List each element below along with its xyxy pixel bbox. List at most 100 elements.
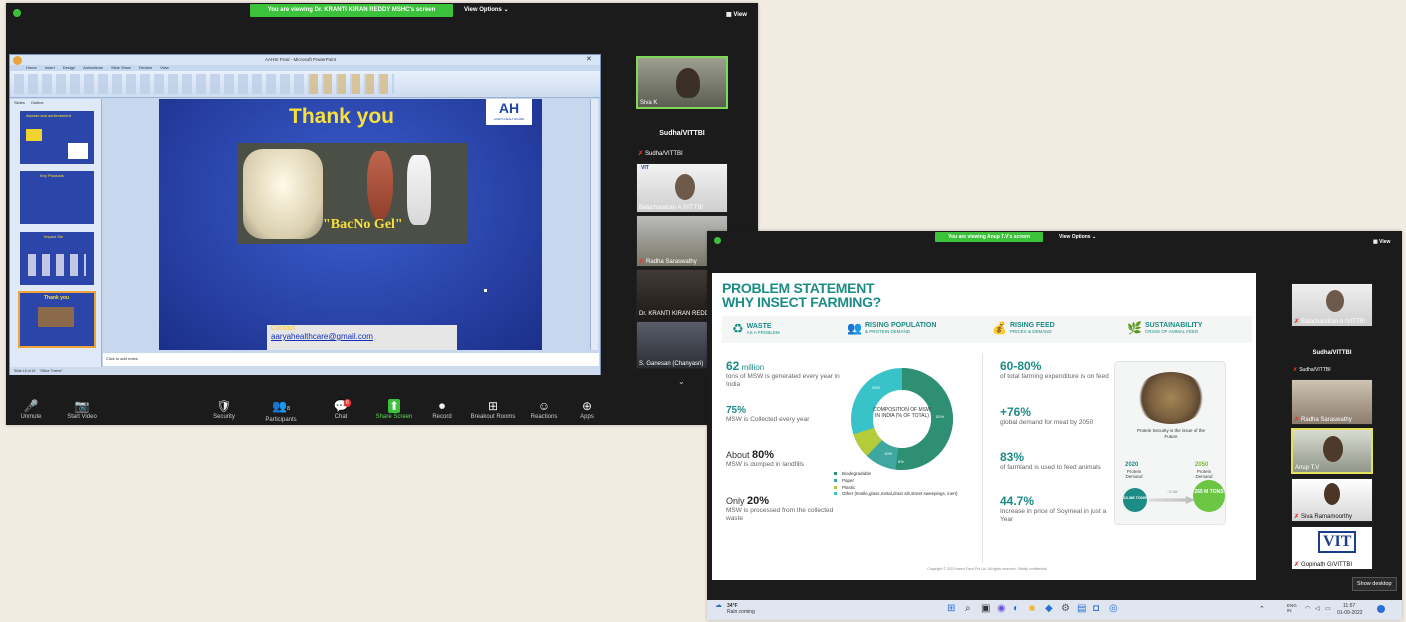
app-icon[interactable]: ▤ bbox=[1077, 603, 1086, 614]
battery-icon[interactable]: ▭ bbox=[1325, 605, 1331, 612]
shield-icon: 🛡 bbox=[216, 399, 232, 413]
header-subtitle: AS A PROBLEM bbox=[746, 330, 780, 335]
tab-design[interactable]: Design bbox=[63, 65, 75, 70]
task-view-icon[interactable]: ▣ bbox=[981, 603, 990, 614]
security-button[interactable]: 🛡 Security bbox=[206, 399, 242, 421]
stat-value: 75% bbox=[726, 405, 747, 416]
tab-slide-show[interactable]: Slide Show bbox=[111, 65, 131, 70]
video-tile[interactable]: ✗ Balachandran A /VITTBI bbox=[1291, 283, 1373, 327]
clock-time[interactable]: 11:57 bbox=[1343, 603, 1355, 609]
video-tile[interactable]: ✗ Radha Saraswathy bbox=[1291, 379, 1373, 425]
tab-view[interactable]: View bbox=[160, 65, 169, 70]
outline-tab[interactable]: Outline bbox=[31, 100, 44, 105]
view-button[interactable]: ▦ View bbox=[726, 11, 747, 18]
volume-icon[interactable]: ◁ bbox=[1315, 605, 1320, 612]
legend-swatch bbox=[834, 492, 837, 495]
file-explorer-icon[interactable]: ■ bbox=[1029, 603, 1035, 614]
headers-band: ♻ WASTE AS A PROBLEM 👥 RISING POPULATION & P… bbox=[722, 316, 1252, 343]
view-options-button[interactable]: View Options ⌄ bbox=[464, 6, 509, 13]
logo-text: AH bbox=[498, 100, 520, 116]
video-tile[interactable]: VIT ✗ Gopinath G/VITTBI bbox=[1291, 526, 1373, 570]
tab-animations[interactable]: Animations bbox=[83, 65, 103, 70]
legend-swatch bbox=[834, 479, 837, 482]
chat-button[interactable]: 💬 Chat 8 bbox=[326, 399, 356, 421]
windows-start-icon[interactable]: ⊞ bbox=[947, 603, 955, 614]
participants-button[interactable]: 👥8 Participants bbox=[260, 399, 302, 424]
wifi-icon[interactable]: ◠ bbox=[1305, 605, 1310, 612]
share-screen-button[interactable]: ⬆ Share Screen bbox=[372, 399, 416, 421]
video-tile-active-speaker[interactable]: Anup T.V bbox=[1291, 428, 1373, 474]
powerpoint-window: AAHSI Final - Microsoft PowerPoint ✕ Hom… bbox=[9, 54, 601, 375]
muted-mic-icon: ✗ bbox=[1294, 417, 1300, 423]
contact-email[interactable]: aaryahealthcare@gmail.com bbox=[267, 332, 457, 341]
logo-subtext: AARYA HEALTHCARE bbox=[493, 117, 525, 121]
settings-icon[interactable]: ⚙ bbox=[1061, 603, 1070, 614]
reactions-button[interactable]: ☺ Reactions bbox=[526, 399, 562, 421]
record-button[interactable]: ⏺ Record bbox=[426, 399, 458, 421]
slide-thumbnail[interactable]: Awards and achievement bbox=[20, 111, 94, 164]
search-icon[interactable]: ⌕ bbox=[965, 603, 971, 614]
protein-demand-2020: Protein Demand bbox=[1125, 469, 1143, 479]
value-2050-circle: 265 M TONS bbox=[1193, 480, 1225, 512]
protein-card: Protein Security is the issue of the Fut… bbox=[1114, 361, 1226, 525]
tray-chevron-icon[interactable]: ⌃ bbox=[1259, 605, 1265, 613]
show-desktop-tooltip: Show desktop bbox=[1352, 577, 1397, 591]
slide-thumbnail[interactable]: Impact Stn bbox=[20, 232, 94, 285]
slide-thumbnail-selected[interactable]: Thank you bbox=[18, 291, 96, 348]
office-button[interactable] bbox=[13, 56, 22, 65]
mouse-cursor bbox=[484, 289, 487, 292]
header-waste: ♻ WASTE AS A PROBLEM bbox=[732, 321, 780, 337]
slide-panel: Slides Outline Awards and achievement Ke… bbox=[10, 99, 102, 367]
language-indicator[interactable]: ENG IN bbox=[1287, 603, 1297, 613]
tab-home[interactable]: Home bbox=[26, 65, 37, 70]
participant-label: ✗ Gopinath G/VITTBI bbox=[1294, 562, 1353, 568]
store-icon[interactable]: ◆ bbox=[1045, 603, 1053, 614]
stat-desc: MSW is processed from the collected wast… bbox=[726, 507, 834, 522]
clock-date[interactable]: 01-09-2022 bbox=[1337, 610, 1363, 616]
participant-label: ✗ Balachandran A /VITTBI bbox=[1294, 319, 1366, 325]
zoom-app-icon[interactable]: ◎ bbox=[1109, 603, 1118, 614]
slide-thumbnail[interactable]: Key Products bbox=[20, 171, 94, 224]
ppt-title: AAHSI Final - Microsoft PowerPoint bbox=[265, 57, 337, 62]
scroll-down-icon[interactable]: ⌄ bbox=[678, 377, 685, 386]
stat-desc: global demand for meat by 2050 bbox=[1000, 419, 1094, 426]
divider-line bbox=[982, 353, 983, 563]
viewing-banner: You are viewing Anup T.V's screen bbox=[935, 232, 1043, 242]
population-icon: 👥 bbox=[847, 321, 862, 335]
edge-icon[interactable]: ◐ bbox=[1013, 603, 1019, 614]
breakout-rooms-button[interactable]: ⊞ Breakout Rooms bbox=[466, 399, 520, 421]
video-tile[interactable]: ✗ Siva Ramamoorthy bbox=[1291, 478, 1373, 522]
window-close-icon[interactable]: ✕ bbox=[586, 55, 592, 63]
chat-app-icon[interactable]: ◉ bbox=[997, 603, 1006, 614]
tab-insert[interactable]: Insert bbox=[45, 65, 55, 70]
video-tile[interactable]: Siva K bbox=[636, 56, 728, 109]
start-video-button[interactable]: 📷 Start Video bbox=[62, 399, 102, 421]
notification-badge[interactable] bbox=[1377, 605, 1385, 613]
status-bar: Slide 15 of 15 "Office Theme" bbox=[10, 367, 600, 375]
video-tile[interactable]: VIT Balachandran A /VITTBI bbox=[636, 163, 728, 213]
main-slide[interactable]: Thank you AH AARYA HEALTHCARE "BacNo Gel… bbox=[159, 99, 542, 350]
thumbnail-title: Key Products bbox=[40, 173, 64, 178]
header-title: RISING FEED bbox=[1009, 322, 1055, 329]
participant-header: Sudha/VITTBI bbox=[659, 130, 705, 137]
contact-box: Contact aaryahealthcare@gmail.com bbox=[267, 325, 457, 350]
muted-mic-icon: ✗ bbox=[1293, 367, 1298, 373]
zoom-shield-icon[interactable] bbox=[714, 237, 721, 244]
contact-label: Contact bbox=[271, 325, 296, 332]
outlook-icon[interactable]: ◘ bbox=[1093, 603, 1099, 614]
view-options-button[interactable]: View Options ⌄ bbox=[1059, 234, 1096, 240]
stat-soymeal-price: 44.7% Increase in price of Soymeal in jus… bbox=[1000, 494, 1120, 524]
slides-tab[interactable]: Slides bbox=[14, 100, 25, 105]
notes-pane[interactable]: Click to add notes bbox=[103, 353, 599, 366]
zoom-shield-icon[interactable] bbox=[13, 9, 21, 17]
apps-button[interactable]: ⊕ Apps bbox=[572, 399, 602, 421]
year-2020: 2020 bbox=[1125, 462, 1139, 468]
weather-widget[interactable]: ☁ 34°F Rain coming bbox=[715, 602, 755, 615]
ribbon-controls-right[interactable] bbox=[310, 74, 390, 94]
unmute-button[interactable]: 🎤 Unmute bbox=[14, 399, 48, 421]
tab-review[interactable]: Review bbox=[139, 65, 152, 70]
leaf-icon: 🌿 bbox=[1127, 321, 1142, 335]
weather-icon: ☁ bbox=[715, 602, 722, 609]
vertical-scrollbar[interactable] bbox=[590, 99, 598, 350]
view-button[interactable]: ▦ View bbox=[1373, 239, 1390, 245]
